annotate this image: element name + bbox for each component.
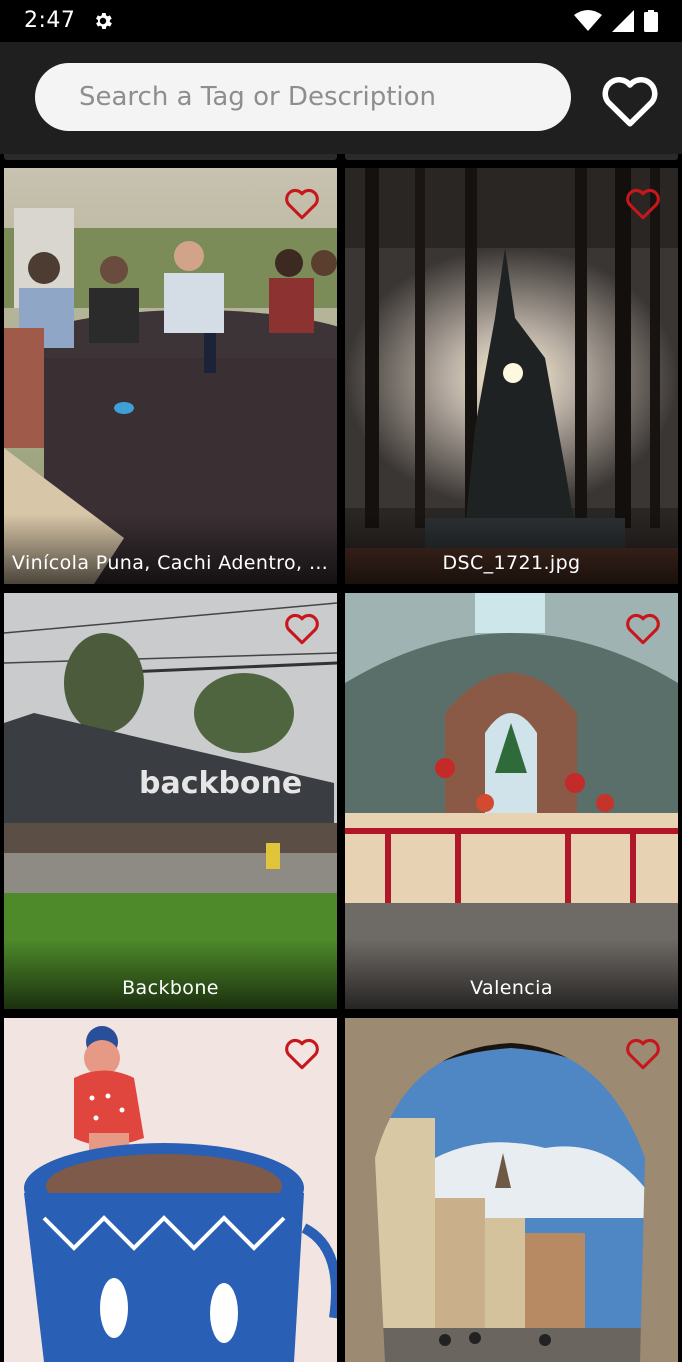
search-bar[interactable]	[35, 63, 571, 131]
photo-caption: Vinícola Puna, Cachi Adentro, …	[12, 552, 329, 574]
heart-outline-icon[interactable]	[624, 186, 662, 220]
photo-tile[interactable]: backbone Backbone	[4, 593, 337, 1009]
wifi-icon	[574, 10, 602, 31]
battery-icon	[644, 10, 658, 32]
photo-tile[interactable]: Vinícola Puna, Cachi Adentro, …	[4, 168, 337, 584]
cell-signal-icon	[612, 10, 634, 32]
favorites-heart-icon[interactable]	[600, 72, 660, 128]
photo-caption: DSC_1721.jpg	[442, 552, 581, 574]
photo-tile[interactable]	[4, 1018, 337, 1362]
svg-text:backbone: backbone	[139, 766, 302, 801]
photo-tile[interactable]: Valencia	[345, 593, 678, 1009]
search-input[interactable]	[77, 81, 571, 113]
system-icons	[574, 10, 658, 32]
heart-outline-icon[interactable]	[624, 611, 662, 645]
photo-caption: Backbone	[122, 977, 219, 999]
previous-row-edge	[0, 154, 682, 168]
heart-outline-icon[interactable]	[624, 1036, 662, 1070]
photo-caption: Valencia	[470, 977, 553, 999]
status-bar: 2:47	[0, 0, 682, 42]
app-bar	[0, 42, 682, 155]
status-time: 2:47	[24, 8, 76, 33]
gear-icon	[96, 13, 112, 29]
heart-outline-icon[interactable]	[283, 1036, 321, 1070]
heart-outline-icon[interactable]	[283, 186, 321, 220]
photo-tile[interactable]: DSC_1721.jpg	[345, 168, 678, 584]
heart-outline-icon[interactable]	[283, 611, 321, 645]
photo-tile[interactable]	[345, 1018, 678, 1362]
